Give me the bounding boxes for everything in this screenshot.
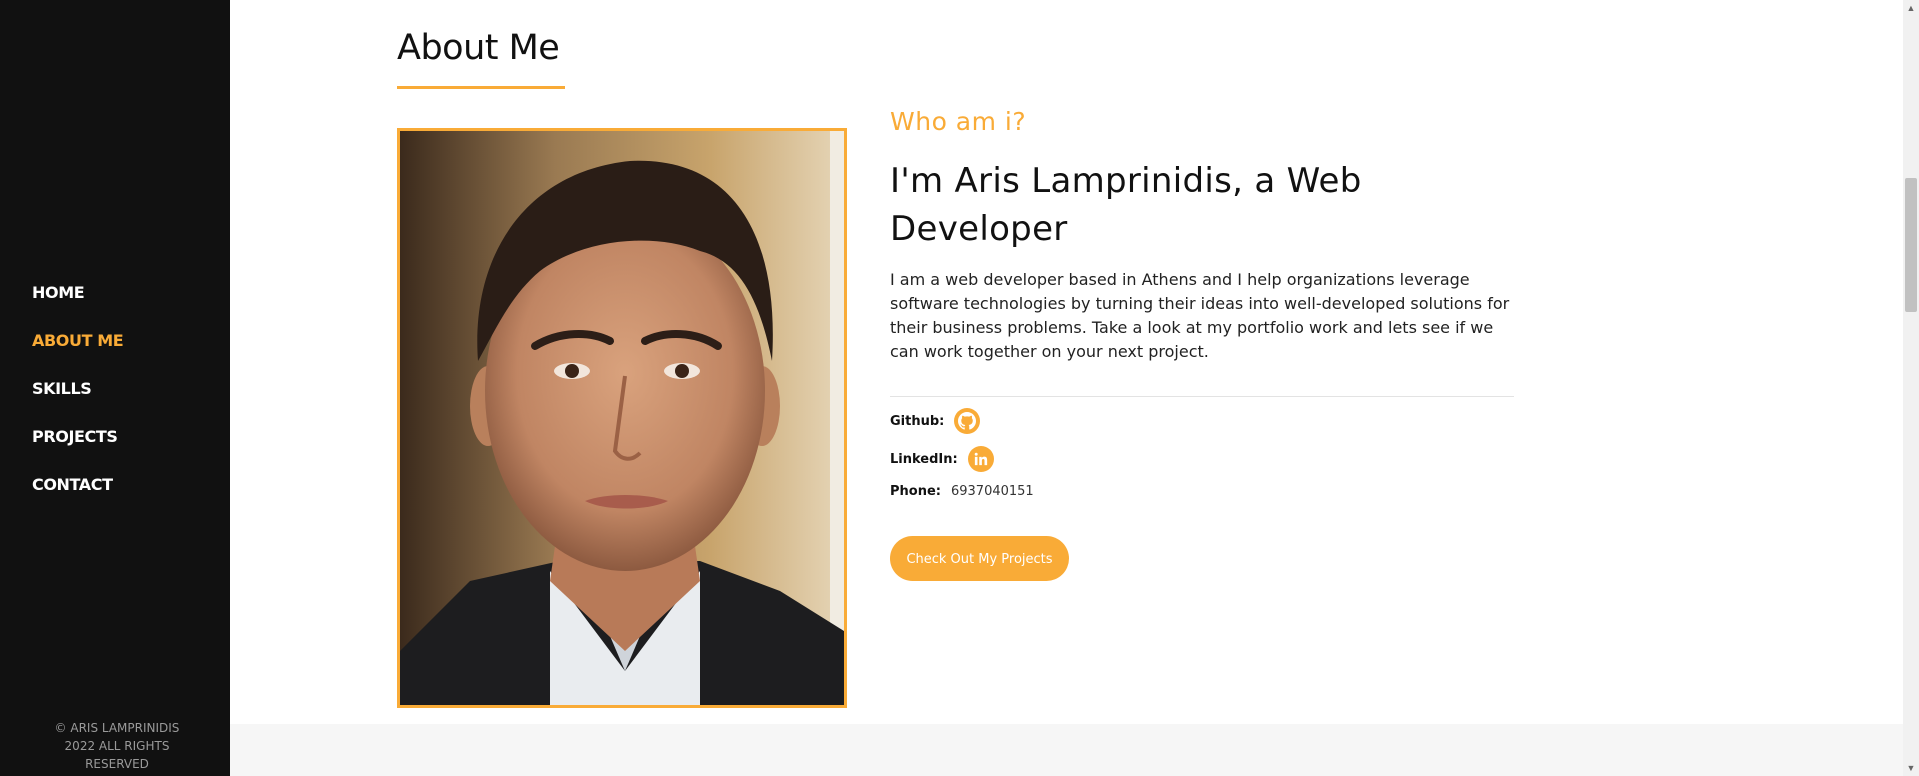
phone-value: 6937040151 <box>950 484 1034 499</box>
copyright-line: © ARIS LAMPRINIDIS <box>54 721 180 735</box>
nav-item-contact[interactable]: CONTACT <box>32 472 123 520</box>
linkedin-row: LinkedIn: <box>890 446 994 472</box>
nav-item-home[interactable]: HOME <box>32 280 123 328</box>
sidebar-nav: HOME ABOUT ME SKILLS PROJECTS CONTACT <box>32 280 124 520</box>
sidebar: HOME ABOUT ME SKILLS PROJECTS CONTACT © … <box>0 0 230 776</box>
sidebar-footer: © ARIS LAMPRINIDIS 2022 ALL RIGHTS RESER… <box>32 719 202 773</box>
nav-item-about-me[interactable]: ABOUT ME <box>32 328 124 376</box>
nav-item-skills[interactable]: SKILLS <box>32 376 123 424</box>
nav-item-projects[interactable]: PROJECTS <box>32 424 123 472</box>
github-glyph <box>958 412 977 430</box>
bio-text: I am a web developer based in Athens and… <box>890 270 1510 361</box>
divider <box>890 396 1514 397</box>
scroll-up-arrow[interactable]: ▲ <box>1903 0 1919 16</box>
linkedin-label: LinkedIn: <box>890 451 958 467</box>
rights-line: 2022 ALL RIGHTS RESERVED <box>64 739 170 771</box>
check-out-projects-button[interactable]: Check Out My Projects <box>890 536 1069 581</box>
github-label: Github: <box>890 413 945 429</box>
next-section-band <box>230 724 1903 776</box>
github-row: Github: <box>890 408 981 434</box>
github-icon[interactable] <box>954 408 981 434</box>
scrollbar[interactable]: ▲ ▼ <box>1903 0 1919 776</box>
linkedin-icon[interactable] <box>967 446 994 472</box>
portrait-image <box>400 131 844 705</box>
linkedin-glyph <box>974 452 987 466</box>
phone-row: Phone: 6937040151 <box>890 484 1034 499</box>
intro-headline: I'm Aris Lamprinidis, a Web Developer <box>890 161 1362 249</box>
section-title: About Me <box>397 28 560 68</box>
scroll-down-arrow[interactable]: ▼ <box>1903 760 1919 776</box>
who-am-i-label: Who am i? <box>890 107 1027 136</box>
phone-label: Phone: <box>890 484 941 499</box>
profile-photo <box>397 128 847 708</box>
scroll-thumb[interactable] <box>1905 178 1917 312</box>
section-title-underline <box>397 86 565 89</box>
